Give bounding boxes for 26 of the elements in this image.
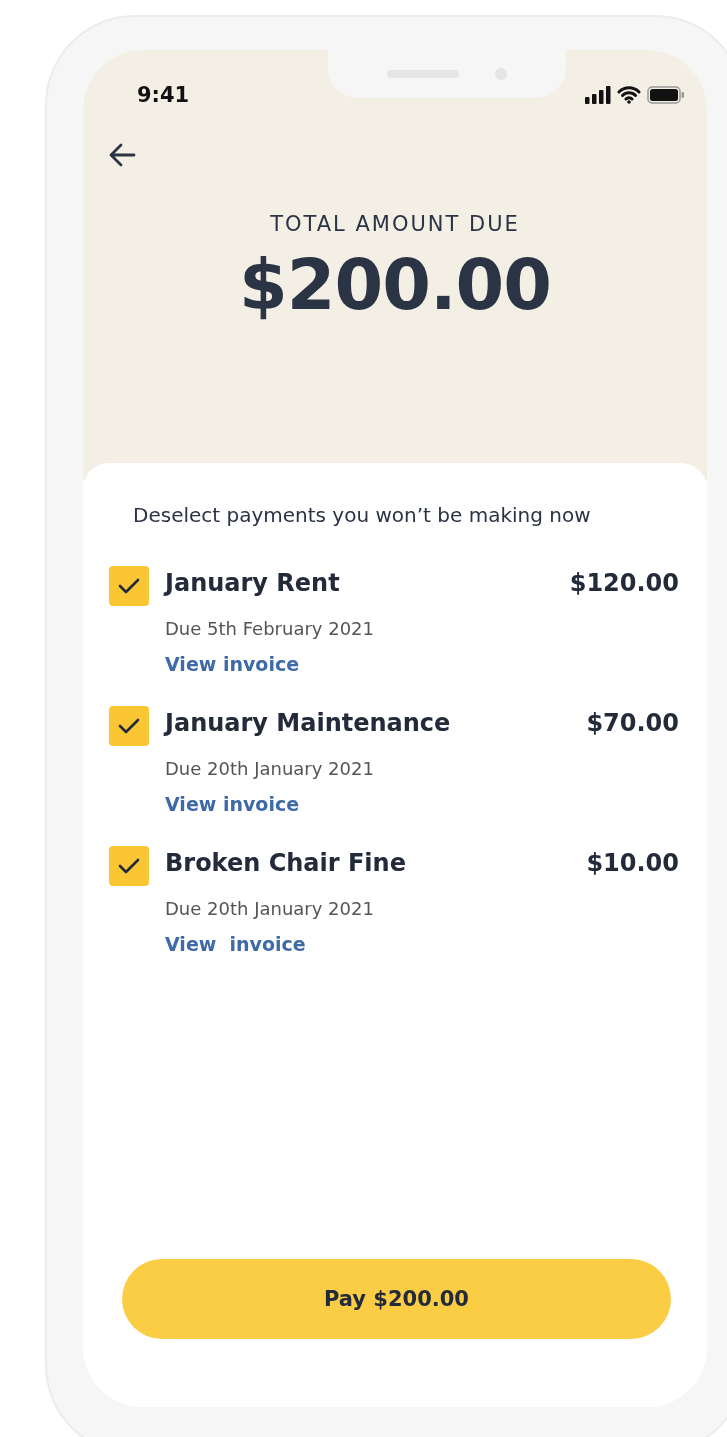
checkmark-icon — [117, 576, 141, 596]
checkmark-icon — [117, 716, 141, 736]
due-date: Due 20th January 2021 — [165, 758, 375, 779]
due-date: Due 20th January 2021 — [165, 898, 375, 919]
checkmark-icon — [117, 856, 141, 876]
payment-title: January Rent — [165, 569, 341, 597]
payment-amount: $120.00 — [569, 569, 679, 597]
pay-button[interactable]: Pay $200.00 — [122, 1259, 671, 1339]
payment-title: January Maintenance — [165, 709, 452, 737]
signal-icon — [585, 86, 611, 104]
total-label: TOTAL AMOUNT DUE — [269, 212, 521, 236]
total-amount: $200.00 — [238, 244, 552, 326]
payment-amount: $70.00 — [586, 709, 679, 737]
view-invoice-link[interactable]: View invoice — [165, 793, 300, 815]
due-date: Due 5th February 2021 — [165, 618, 375, 639]
checkbox[interactable] — [109, 706, 149, 746]
view-invoice-link[interactable]: View invoice — [165, 933, 306, 955]
view-invoice-link[interactable]: View invoice — [165, 653, 300, 675]
payment-amount: $10.00 — [586, 849, 679, 877]
checkbox[interactable] — [109, 846, 149, 886]
payment-title: Broken Chair Fine — [165, 849, 407, 877]
checkbox[interactable] — [109, 566, 149, 606]
instructions-text: Deselect payments you won’t be making now — [133, 503, 592, 527]
battery-icon — [647, 86, 685, 104]
status-time: 9:41 — [137, 83, 190, 107]
wifi-icon — [617, 86, 641, 104]
